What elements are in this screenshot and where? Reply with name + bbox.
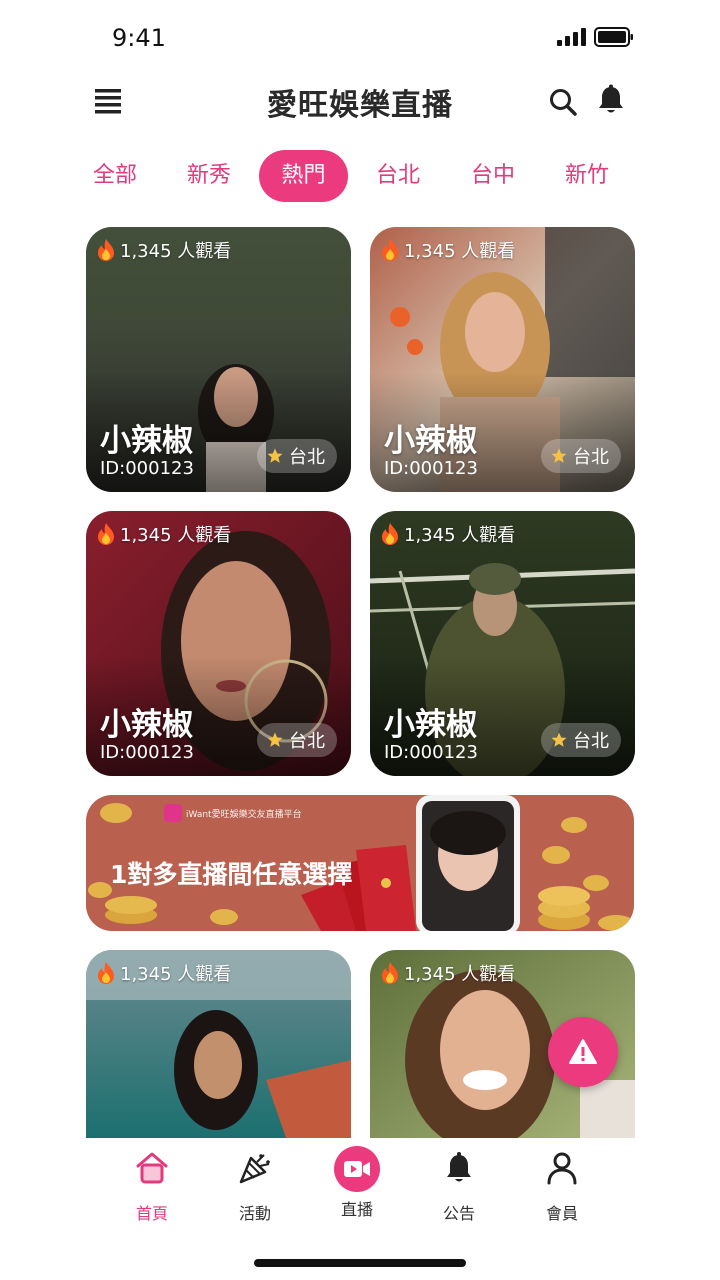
city-label: 台北 <box>573 447 609 468</box>
streamer-card[interactable]: 1,345 人觀看 小辣椒 ID:000123 台北 <box>86 227 351 492</box>
nav-label: 公告 <box>442 1204 475 1223</box>
city-badge: 台北 <box>541 439 621 473</box>
warning-icon <box>569 1039 597 1064</box>
fire-icon <box>98 962 114 984</box>
city-label: 台北 <box>289 447 325 468</box>
streamer-card[interactable]: 1,345 人觀看 小辣椒 ID:000123 台北 <box>370 511 635 776</box>
viewer-count-label: 1,345 人觀看 <box>120 964 232 985</box>
status-time: 9:41 <box>112 24 166 52</box>
banner-headline: 1對多直播間任意選擇 <box>110 860 353 889</box>
viewer-count-label: 1,345 人觀看 <box>120 241 232 262</box>
viewer-count: 1,345 人觀看 <box>380 960 515 986</box>
home-indicator[interactable] <box>254 1259 466 1267</box>
star-icon <box>267 732 283 747</box>
viewer-count-label: 1,345 人觀看 <box>404 241 516 262</box>
streamer-id: ID:000123 <box>384 458 478 479</box>
viewer-count: 1,345 人觀看 <box>380 521 515 547</box>
report-button[interactable] <box>548 1017 618 1087</box>
nav-label: 直播 <box>340 1200 373 1219</box>
nav-label: 首頁 <box>135 1204 168 1223</box>
tab-all[interactable]: 全部 <box>86 150 144 202</box>
fire-icon <box>98 523 114 545</box>
banner-tagline: iWant愛旺娛樂交友直播平台 <box>186 810 302 820</box>
fire-icon <box>382 962 398 984</box>
status-bar: 9:41 <box>0 0 720 78</box>
city-badge: 台北 <box>257 439 337 473</box>
viewer-count: 1,345 人觀看 <box>96 960 231 986</box>
tab-newcomer[interactable]: 新秀 <box>180 150 238 202</box>
promo-banner[interactable]: iWant愛旺娛樂交友直播平台 1對多直播間任意選擇 <box>86 795 634 931</box>
bottom-nav: 首頁 活動 直播 公告 會員 <box>0 1138 720 1238</box>
nav-label: 會員 <box>545 1204 578 1223</box>
viewer-count-label: 1,345 人觀看 <box>404 964 516 985</box>
streamer-name: 小辣椒 <box>100 707 193 743</box>
tab-popular[interactable]: 熱門 <box>259 150 348 202</box>
star-icon <box>267 448 283 463</box>
city-label: 台北 <box>289 731 325 752</box>
streamer-name: 小辣椒 <box>384 423 477 459</box>
fire-icon <box>382 523 398 545</box>
live-bubble <box>334 1146 380 1192</box>
user-icon <box>547 1152 577 1185</box>
city-label: 台北 <box>573 731 609 752</box>
signal-icon <box>557 28 586 46</box>
nav-live[interactable]: 直播 <box>312 1146 402 1220</box>
streamer-id: ID:000123 <box>384 742 478 763</box>
tab-hsinchu[interactable]: 新竹 <box>558 150 616 202</box>
nav-events[interactable]: 活動 <box>210 1150 300 1224</box>
streamer-card[interactable]: 1,345 人觀看 小辣椒 ID:000123 台北 <box>370 227 635 492</box>
home-icon <box>136 1152 168 1184</box>
nav-home[interactable]: 首頁 <box>107 1150 197 1224</box>
category-tabs: 全部 新秀 熱門 台北 台中 新竹 <box>86 150 634 202</box>
app-header: 愛旺娛樂直播 <box>0 78 720 128</box>
fire-icon <box>382 239 398 261</box>
search-icon[interactable] <box>548 87 578 117</box>
viewer-count: 1,345 人觀看 <box>96 521 231 547</box>
streamer-name: 小辣椒 <box>100 423 193 459</box>
star-icon <box>551 448 567 463</box>
fire-icon <box>98 239 114 261</box>
nav-member[interactable]: 會員 <box>517 1150 607 1224</box>
bell-icon <box>447 1152 471 1182</box>
viewer-count: 1,345 人觀看 <box>96 237 231 263</box>
streamer-card[interactable]: 1,345 人觀看 <box>86 950 351 1138</box>
nav-announcements[interactable]: 公告 <box>414 1150 504 1224</box>
viewer-count: 1,345 人觀看 <box>380 237 515 263</box>
viewer-count-label: 1,345 人觀看 <box>120 525 232 546</box>
banner-logo <box>164 804 182 822</box>
streamer-name: 小辣椒 <box>384 707 477 743</box>
party-icon <box>239 1154 270 1184</box>
streamer-id: ID:000123 <box>100 742 194 763</box>
streamer-card[interactable]: 1,345 人觀看 小辣椒 ID:000123 台北 <box>86 511 351 776</box>
streamer-id: ID:000123 <box>100 458 194 479</box>
tab-taipei[interactable]: 台北 <box>369 150 427 202</box>
battery-icon <box>594 27 633 47</box>
video-camera-icon <box>344 1161 370 1177</box>
notification-bell-icon[interactable] <box>596 84 626 116</box>
city-badge: 台北 <box>541 723 621 757</box>
nav-label: 活動 <box>238 1204 271 1223</box>
star-icon <box>551 732 567 747</box>
city-badge: 台北 <box>257 723 337 757</box>
tab-taichung[interactable]: 台中 <box>464 150 522 202</box>
viewer-count-label: 1,345 人觀看 <box>404 525 516 546</box>
